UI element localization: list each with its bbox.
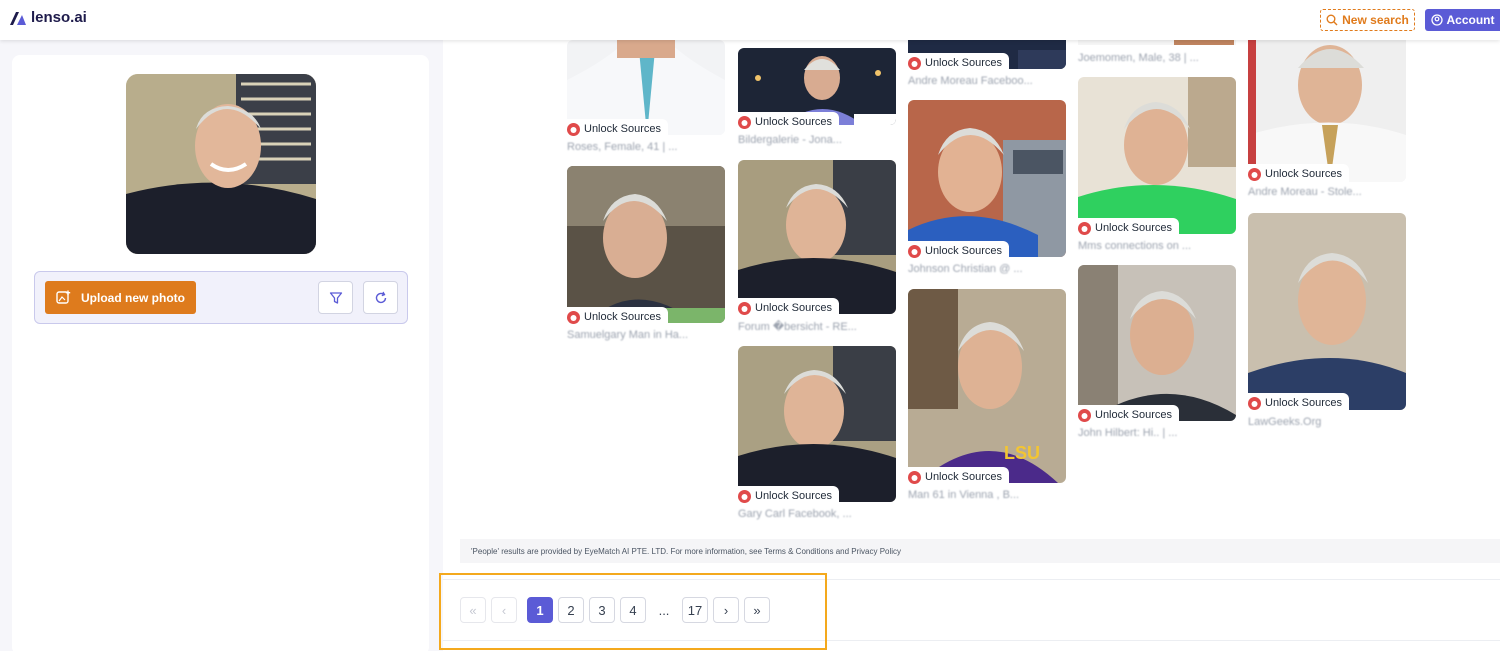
image-add-icon [56,290,71,304]
result-thumbnail[interactable] [908,100,1066,257]
result-thumbnail[interactable] [1248,213,1406,410]
result-caption: Samuelgary Man in Ha... [567,329,689,341]
result-caption: John Hilbert: Hi.. | ... [1078,427,1178,439]
unlock-label: Unlock Sources [925,245,1003,257]
query-photo [126,74,316,254]
result-caption: Man 61 in Vienna , B... [908,489,1020,501]
result-caption: Johnson Christian @ ... [908,263,1023,275]
unlock-sources-button[interactable]: Unlock Sources [567,307,669,327]
unlock-label: Unlock Sources [925,57,1003,69]
unlock-label: Unlock Sources [1095,222,1173,234]
unlock-sources-button[interactable]: Unlock Sources [1078,218,1180,238]
reddit-icon [567,122,580,136]
reddit-icon [567,310,580,324]
page-button-4[interactable]: 4 [620,597,646,623]
next-page-button[interactable]: › [713,597,739,623]
result-caption: Joemomen, Male, 38 | ... [1078,52,1199,64]
account-label: Account [1446,13,1495,27]
unlock-sources-button[interactable]: Unlock Sources [1248,393,1350,413]
unlock-sources-button[interactable]: Unlock Sources [908,53,1010,73]
result-thumbnail[interactable] [1248,40,1406,182]
query-toolbar: Upload new photo [34,271,408,324]
result-thumbnail[interactable] [567,166,725,323]
reddit-icon [908,56,921,70]
svg-text:LSU: LSU [1004,443,1040,463]
result-caption: Roses, Female, 41 | ... [567,141,678,153]
new-search-label: New search [1342,13,1409,27]
result-caption: Andre Moreau Faceboo... [908,75,1033,87]
result-thumbnail[interactable] [738,346,896,502]
new-search-button[interactable]: New search [1320,9,1415,31]
page-button-2[interactable]: 2 [558,597,584,623]
page-button-17[interactable]: 17 [682,597,708,623]
filter-button[interactable] [318,281,353,314]
pagination-ellipsis: ... [651,597,677,623]
unlock-label: Unlock Sources [584,123,662,135]
pagination: « ‹ 1 2 3 4 ... 17 › » [460,597,770,623]
unlock-sources-button[interactable]: Unlock Sources [1248,164,1350,184]
top-header: lenso.ai New search Account [0,0,1500,40]
result-caption: Andre Moreau - Stole... [1248,186,1362,198]
unlock-label: Unlock Sources [584,311,662,323]
reddit-icon [1078,221,1091,235]
unlock-sources-button[interactable]: Unlock Sources [738,298,840,318]
unlock-label: Unlock Sources [755,116,833,128]
account-button[interactable]: Account [1425,9,1500,31]
logo[interactable]: lenso.ai [9,9,87,26]
unlock-label: Unlock Sources [1265,168,1343,180]
logo-text: lenso.ai [31,9,87,26]
result-thumbnail[interactable] [738,160,896,314]
unlock-label: Unlock Sources [755,302,833,314]
result-caption: Gary Carl Facebook, ... [738,508,852,520]
unlock-sources-button[interactable]: Unlock Sources [567,119,669,139]
unlock-label: Unlock Sources [755,490,833,502]
unlock-label: Unlock Sources [925,471,1003,483]
upload-new-photo-button[interactable]: Upload new photo [45,281,196,314]
result-caption: Bildergalerie - Jona... [738,134,842,146]
reddit-icon [738,489,751,503]
result-thumbnail[interactable] [1078,40,1236,45]
upload-label: Upload new photo [81,290,185,305]
reddit-icon [908,244,921,258]
unlock-label: Unlock Sources [1265,397,1343,409]
result-caption: Mms connections on ... [1078,240,1192,252]
results-disclaimer: 'People' results are provided by EyeMatc… [460,539,1500,563]
result-thumbnail[interactable]: LSU [908,289,1066,483]
search-icon [1326,14,1338,26]
result-caption: LawGeeks.Org [1248,416,1322,428]
page-button-1[interactable]: 1 [527,597,553,623]
unlock-sources-button[interactable]: Unlock Sources [1078,405,1180,425]
refresh-button[interactable] [363,281,398,314]
unlock-label: Unlock Sources [1095,409,1173,421]
unlock-sources-button[interactable]: Unlock Sources [738,112,840,132]
first-page-button[interactable]: « [460,597,486,623]
unlock-sources-button[interactable]: Unlock Sources [908,467,1010,487]
reddit-icon [908,470,921,484]
refresh-icon [375,291,386,303]
page-button-3[interactable]: 3 [589,597,615,623]
last-page-button[interactable]: » [744,597,770,623]
lenso-logo-icon [10,11,26,25]
reddit-icon [1248,167,1261,181]
reddit-icon [1078,408,1091,422]
reddit-icon [1248,396,1261,410]
prev-page-button[interactable]: ‹ [491,597,517,623]
result-thumbnail[interactable] [1078,77,1236,234]
result-thumbnail[interactable] [1078,265,1236,421]
reddit-icon [738,115,751,129]
unlock-sources-button[interactable]: Unlock Sources [908,241,1010,261]
unlock-sources-button[interactable]: Unlock Sources [738,486,840,506]
account-icon [1430,14,1443,26]
reddit-icon [738,301,751,315]
result-caption: Forum �bersicht - RE... [738,321,857,333]
filter-icon [329,291,342,304]
